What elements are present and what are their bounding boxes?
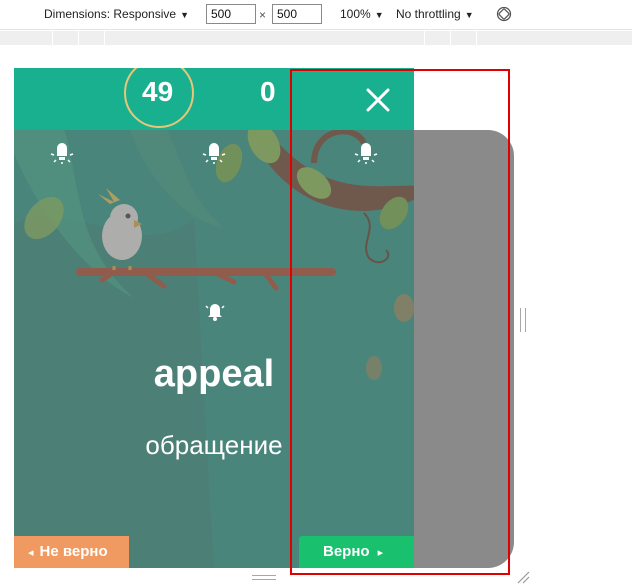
device-toolbar: Dimensions: Responsive▼ × 100%▼ No throt… bbox=[0, 0, 632, 30]
timer-value: 49 bbox=[142, 76, 174, 107]
rotate-icon[interactable] bbox=[496, 6, 512, 22]
throttling-label: No throttling bbox=[396, 7, 461, 21]
throttling-dropdown-arrow: ▼ bbox=[464, 10, 474, 20]
resize-corner-icon[interactable] bbox=[516, 570, 530, 584]
dimensions-label: Dimensions: Responsive bbox=[44, 7, 177, 21]
zoom-dropdown[interactable]: 100% ▼ bbox=[340, 7, 384, 21]
resize-handle-right[interactable] bbox=[520, 308, 526, 332]
arrow-left-icon: ◂ bbox=[28, 547, 34, 559]
bell-icon[interactable] bbox=[204, 300, 226, 322]
dimensions-dropdown-arrow: ▼ bbox=[180, 10, 189, 20]
zoom-label: 100% bbox=[340, 7, 371, 21]
zoom-dropdown-arrow: ▼ bbox=[374, 10, 384, 20]
resize-handle-bottom[interactable] bbox=[252, 575, 276, 580]
score-value: 0 bbox=[260, 76, 276, 107]
lightbulb-icon[interactable] bbox=[48, 142, 76, 170]
width-input[interactable] bbox=[206, 4, 256, 24]
wrong-button-label: Не верно bbox=[39, 543, 108, 560]
throttling-dropdown[interactable]: No throttling ▼ bbox=[396, 7, 474, 21]
wrong-button[interactable]: ◂ Не верно bbox=[14, 536, 129, 568]
media-query-bar bbox=[0, 31, 632, 45]
dimensions-dropdown[interactable]: Dimensions: Responsive ▼ bbox=[44, 7, 189, 21]
dimension-separator: × bbox=[259, 8, 267, 22]
lightbulb-icon[interactable] bbox=[200, 142, 228, 170]
highlight-box bbox=[290, 69, 510, 575]
height-input[interactable] bbox=[272, 4, 322, 24]
